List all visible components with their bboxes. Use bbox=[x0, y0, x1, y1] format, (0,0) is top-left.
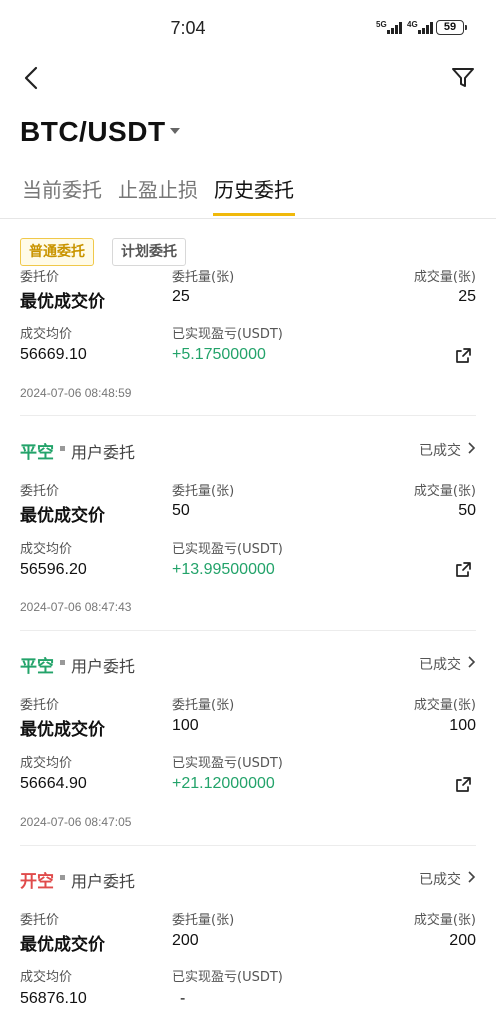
avg-price-label: 成交均价 bbox=[20, 542, 73, 557]
battery-icon: 59 bbox=[436, 20, 467, 35]
filled-qty-value: 100 bbox=[449, 717, 476, 734]
realized-pnl-label: 已实现盈亏(USDT) bbox=[172, 542, 283, 557]
order-side: 平空 bbox=[20, 443, 54, 463]
order-price-label: 委托价 bbox=[20, 484, 60, 499]
order-qty-value: 200 bbox=[172, 932, 199, 949]
signal-bars-icon bbox=[418, 22, 433, 34]
realized-pnl-value: +13.99500000 bbox=[172, 561, 275, 578]
order-source: 用户委托 bbox=[71, 872, 136, 891]
filled-qty-label: 成交量(张) bbox=[413, 270, 476, 285]
realized-pnl-value: +5.17500000 bbox=[172, 346, 266, 363]
avg-price-value: 56876.10 bbox=[20, 990, 87, 1007]
realized-pnl-label: 已实现盈亏(USDT) bbox=[172, 327, 283, 342]
order-qty-label: 委托量(张) bbox=[172, 698, 235, 713]
order-qty-value: 50 bbox=[172, 502, 190, 519]
trading-pair-title[interactable]: BTC/USDT bbox=[20, 116, 166, 148]
signal-bars-icon bbox=[387, 22, 402, 34]
filled-qty-value: 200 bbox=[449, 932, 476, 949]
order-timestamp: 2024-07-06 08:48:59 bbox=[20, 386, 132, 400]
order-price-value: 最优成交价 bbox=[20, 935, 105, 955]
order-price-value: 最优成交价 bbox=[20, 292, 105, 312]
tab-current-orders[interactable]: 当前委托 bbox=[22, 174, 102, 203]
order-qty-label: 委托量(张) bbox=[172, 270, 235, 285]
filled-qty-value: 25 bbox=[458, 288, 476, 305]
avg-price-label: 成交均价 bbox=[20, 327, 73, 342]
avg-price-label: 成交均价 bbox=[20, 970, 73, 985]
order-tabs: 当前委托 止盈止损 历史委托 bbox=[0, 170, 496, 219]
chip-regular-orders[interactable]: 普通委托 bbox=[20, 238, 94, 266]
order-qty-value: 100 bbox=[172, 717, 199, 734]
status-bar: 7:04 5G 4G 59 bbox=[0, 0, 496, 56]
separator-dot bbox=[60, 660, 65, 665]
filled-qty-label: 成交量(张) bbox=[413, 698, 476, 713]
realized-pnl-label: 已实现盈亏(USDT) bbox=[172, 970, 283, 985]
order-price-value: 最优成交价 bbox=[20, 506, 105, 526]
status-time: 7:04 bbox=[170, 18, 206, 38]
tab-tp-sl[interactable]: 止盈止损 bbox=[118, 174, 198, 203]
filter-icon[interactable] bbox=[450, 64, 476, 90]
realized-pnl-value: - bbox=[180, 990, 186, 1007]
order-status[interactable]: 已成交 bbox=[419, 869, 461, 889]
avg-price-value: 56669.10 bbox=[20, 346, 87, 363]
order-status[interactable]: 已成交 bbox=[419, 440, 461, 460]
order-qty-value: 25 bbox=[172, 288, 190, 305]
order-price-label: 委托价 bbox=[20, 913, 60, 928]
separator-dot bbox=[60, 446, 65, 451]
chevron-right-icon[interactable] bbox=[467, 870, 477, 884]
avg-price-value: 56664.90 bbox=[20, 775, 87, 792]
avg-price-value: 56596.20 bbox=[20, 561, 87, 578]
avg-price-label: 成交均价 bbox=[20, 756, 73, 771]
order-source: 用户委托 bbox=[71, 657, 136, 676]
order-side: 开空 bbox=[20, 872, 54, 892]
divider bbox=[20, 630, 476, 631]
order-qty-label: 委托量(张) bbox=[172, 913, 235, 928]
divider bbox=[20, 845, 476, 846]
chevron-right-icon[interactable] bbox=[467, 441, 477, 455]
order-status[interactable]: 已成交 bbox=[419, 654, 461, 674]
signal-5g-label: 5G bbox=[376, 20, 387, 29]
order-price-label: 委托价 bbox=[20, 270, 60, 285]
share-icon[interactable] bbox=[455, 776, 472, 793]
order-price-value: 最优成交价 bbox=[20, 720, 105, 740]
back-arrow-icon[interactable] bbox=[20, 64, 44, 92]
pair-dropdown-icon[interactable] bbox=[170, 128, 180, 134]
order-timestamp: 2024-07-06 08:47:05 bbox=[20, 815, 132, 829]
chip-plan-orders[interactable]: 计划委托 bbox=[112, 238, 186, 266]
order-source: 用户委托 bbox=[71, 443, 136, 462]
share-icon[interactable] bbox=[455, 347, 472, 364]
tab-order-history[interactable]: 历史委托 bbox=[214, 174, 294, 203]
filled-qty-label: 成交量(张) bbox=[413, 913, 476, 928]
order-side: 平空 bbox=[20, 657, 54, 677]
signal-4g-label: 4G bbox=[407, 20, 418, 29]
order-qty-label: 委托量(张) bbox=[172, 484, 235, 499]
realized-pnl-label: 已实现盈亏(USDT) bbox=[172, 756, 283, 771]
filled-qty-label: 成交量(张) bbox=[413, 484, 476, 499]
order-price-label: 委托价 bbox=[20, 698, 60, 713]
separator-dot bbox=[60, 875, 65, 880]
order-timestamp: 2024-07-06 08:47:43 bbox=[20, 600, 132, 614]
chevron-right-icon[interactable] bbox=[467, 655, 477, 669]
active-tab-indicator bbox=[213, 213, 295, 216]
realized-pnl-value: +21.12000000 bbox=[172, 775, 275, 792]
filled-qty-value: 50 bbox=[458, 502, 476, 519]
divider bbox=[20, 415, 476, 416]
share-icon[interactable] bbox=[455, 561, 472, 578]
